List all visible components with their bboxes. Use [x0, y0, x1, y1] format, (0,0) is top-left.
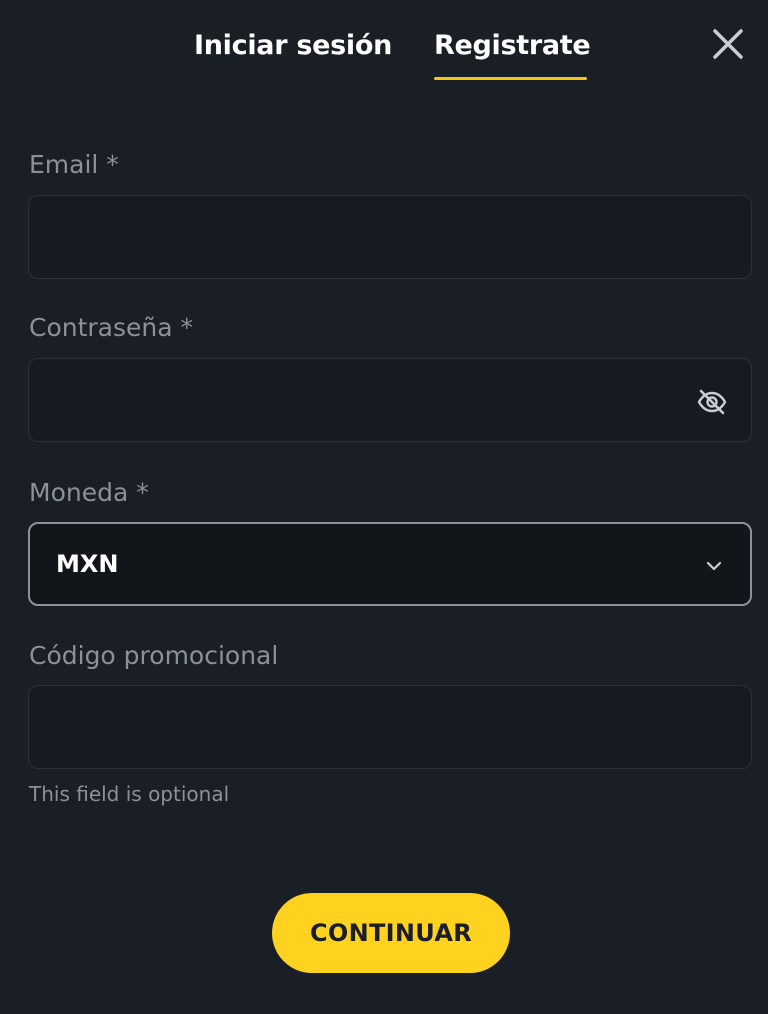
password-input[interactable]	[29, 359, 751, 441]
chevron-down-icon	[706, 561, 722, 571]
password-label: Contraseña *	[29, 313, 194, 342]
register-modal: Iniciar sesión Registrate Email * Contra…	[0, 0, 768, 1014]
currency-label: Moneda *	[29, 478, 149, 507]
email-field-box	[28, 195, 752, 279]
tab-login[interactable]: Iniciar sesión	[194, 30, 392, 61]
email-label: Email *	[29, 150, 119, 179]
password-field-box	[28, 358, 752, 442]
eye-off-icon	[697, 389, 727, 415]
active-tab-indicator	[434, 77, 587, 80]
close-button[interactable]	[710, 26, 746, 62]
promo-code-field-box	[28, 685, 752, 769]
tab-register[interactable]: Registrate	[434, 30, 591, 61]
currency-selected-value: MXN	[56, 550, 119, 578]
email-input[interactable]	[29, 196, 751, 278]
close-icon	[713, 29, 743, 59]
promo-code-label: Código promocional	[29, 641, 279, 670]
currency-select[interactable]: MXN	[28, 522, 752, 606]
auth-tabs: Iniciar sesión Registrate	[0, 0, 768, 96]
continue-button[interactable]: CONTINUAR	[272, 893, 510, 973]
password-visibility-toggle[interactable]	[695, 385, 729, 419]
promo-code-hint: This field is optional	[29, 782, 230, 806]
promo-code-input[interactable]	[29, 686, 751, 768]
